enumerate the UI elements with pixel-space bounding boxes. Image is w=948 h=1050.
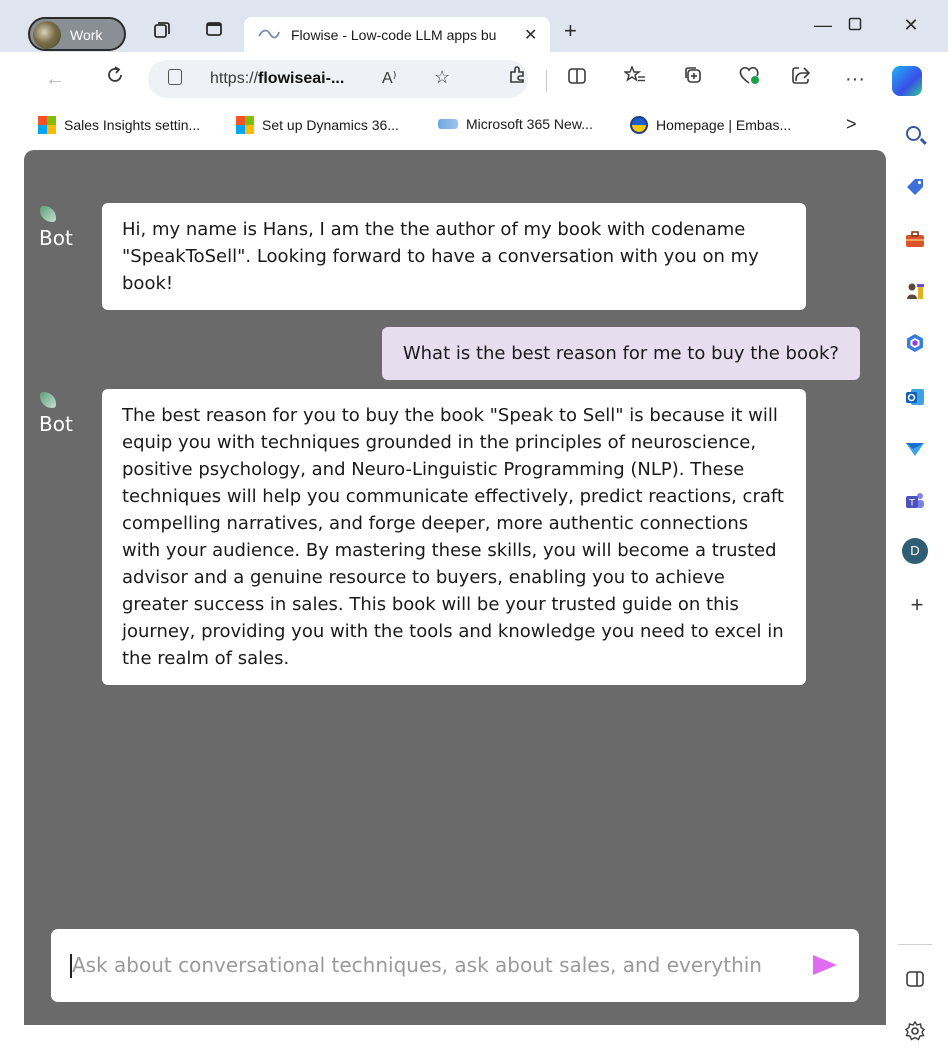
chess-icon[interactable] — [904, 280, 926, 302]
settings-icon[interactable] — [904, 1020, 926, 1042]
title-bar: Work Flowise - Low-code LLM apps bu ✕ + … — [0, 0, 948, 53]
refresh-icon[interactable] — [100, 64, 130, 94]
address-bar-row: ← https://flowiseai-... A⁾ ☆ ··· — [0, 52, 948, 106]
outlook-icon[interactable] — [904, 386, 926, 408]
minimize-icon[interactable]: — — [808, 10, 838, 40]
tab-actions-icon[interactable] — [200, 20, 228, 48]
svg-text:T: T — [908, 499, 915, 509]
bookmarks-bar: Sales Insights settin... Set up Dynamics… — [0, 106, 880, 146]
profile-d-icon[interactable]: D — [902, 538, 928, 564]
new-tab-icon[interactable]: + — [564, 18, 577, 44]
profile-label: Work — [70, 27, 103, 43]
tab-close-icon[interactable]: ✕ — [524, 25, 537, 45]
tag-icon[interactable] — [904, 176, 926, 198]
bot-avatar: Bot — [24, 204, 73, 250]
flowise-favicon-icon — [258, 29, 280, 39]
microsoft365-news-icon — [438, 119, 458, 129]
toolbar-separator — [546, 70, 547, 92]
send-icon[interactable] — [813, 955, 837, 975]
bot-message: The best reason for you to buy the book … — [102, 389, 806, 685]
url-text: https://flowiseai-... — [210, 70, 345, 87]
bot-avatar-alt-text: Bot — [39, 226, 73, 250]
send-icon[interactable] — [904, 438, 926, 460]
browser-essentials-icon[interactable] — [734, 64, 764, 94]
tab-flowise[interactable]: Flowise - Low-code LLM apps bu ✕ — [244, 17, 550, 53]
bookmark-item[interactable]: Set up Dynamics 36... — [236, 116, 399, 134]
sidebar-separator — [898, 944, 932, 945]
bookmark-item[interactable]: Sales Insights settin... — [38, 116, 200, 134]
bot-avatar-image — [40, 206, 56, 222]
site-info-icon[interactable] — [168, 69, 182, 85]
read-aloud-icon[interactable]: A⁾ — [382, 68, 397, 88]
copilot-icon[interactable] — [892, 66, 922, 96]
more-menu-icon[interactable]: ··· — [840, 64, 870, 94]
share-icon[interactable] — [786, 64, 816, 94]
microsoft-logo-icon — [236, 116, 254, 134]
teams-icon[interactable]: T — [904, 490, 926, 512]
chat-window: Bot Hi, my name is Hans, I am the the au… — [24, 150, 886, 1025]
user-message: What is the best reason for me to buy th… — [381, 327, 860, 380]
split-view-icon[interactable] — [562, 64, 592, 94]
close-window-icon[interactable]: ✕ — [896, 10, 926, 40]
favorites-icon[interactable] — [620, 64, 650, 94]
profile-d-letter: D — [910, 543, 920, 558]
embassy-emblem-icon — [630, 116, 648, 134]
favorite-star-icon[interactable]: ☆ — [434, 67, 450, 88]
bookmark-item[interactable]: Homepage | Embas... — [630, 116, 791, 134]
microsoft365-icon[interactable] — [904, 332, 926, 354]
workspaces-icon[interactable] — [148, 20, 176, 48]
extensions-icon[interactable] — [502, 64, 532, 94]
chat-input-placeholder: Ask about conversational techniques, ask… — [72, 953, 762, 977]
bot-avatar: Bot — [24, 390, 73, 436]
microsoft-logo-icon — [38, 116, 56, 134]
profile-avatar — [33, 21, 61, 49]
bookmark-item[interactable]: Microsoft 365 New... — [438, 116, 593, 132]
toolbox-icon[interactable] — [904, 228, 926, 250]
add-icon[interactable]: + — [886, 592, 948, 618]
collections-icon[interactable] — [678, 64, 708, 94]
back-icon[interactable]: ← — [40, 64, 70, 94]
bot-avatar-image — [40, 392, 56, 408]
more-bookmarks-chevron-icon[interactable]: > — [846, 114, 857, 135]
address-bar[interactable]: https://flowiseai-... A⁾ ☆ — [148, 60, 528, 98]
bot-avatar-alt-text: Bot — [39, 412, 73, 436]
maximize-icon[interactable] — [840, 10, 870, 40]
profile-button[interactable]: Work — [28, 17, 126, 51]
search-icon[interactable] — [906, 126, 921, 141]
bot-message: Hi, my name is Hans, I am the the author… — [102, 203, 806, 310]
split-screen-icon[interactable] — [904, 968, 926, 990]
edge-sidebar: T D + — [886, 106, 948, 1050]
tab-title: Flowise - Low-code LLM apps bu — [291, 27, 497, 43]
chat-input[interactable]: Ask about conversational techniques, ask… — [51, 929, 859, 1002]
